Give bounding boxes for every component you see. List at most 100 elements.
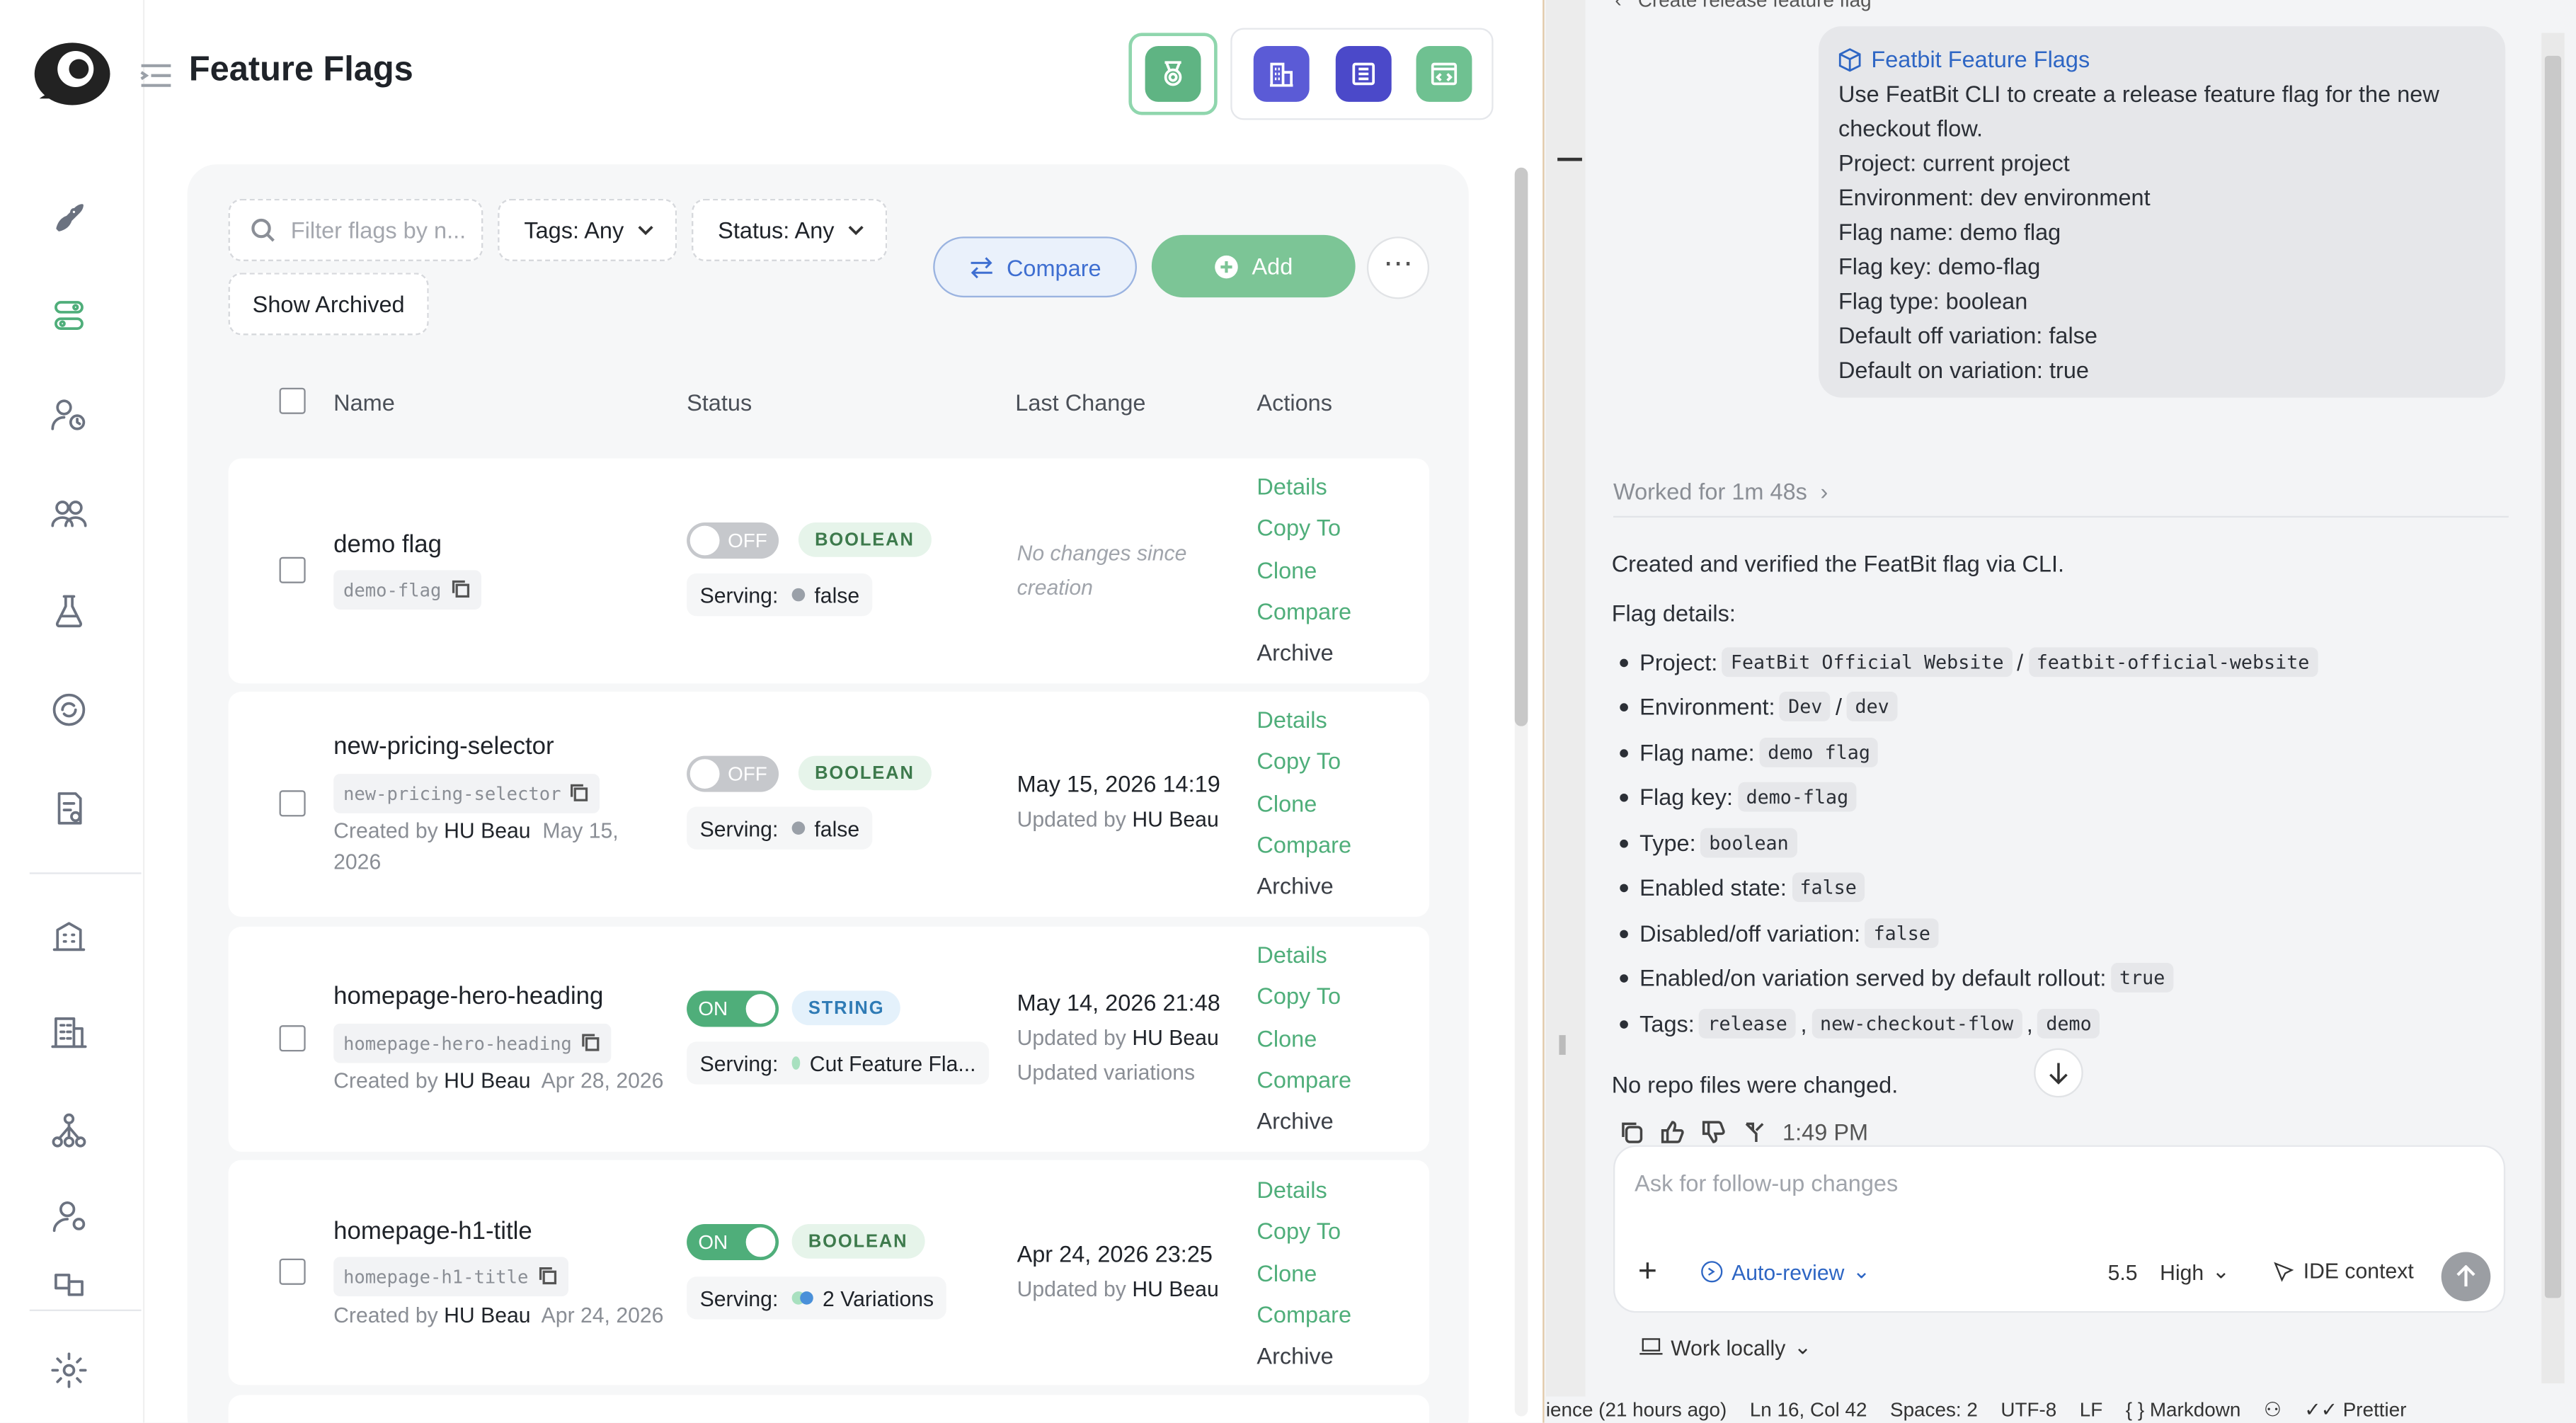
flag-name[interactable]: demo flag — [333, 531, 442, 559]
status-filter[interactable]: Status: Any — [692, 198, 888, 262]
users-icon[interactable] — [46, 490, 92, 536]
flag-toggle[interactable]: ON — [687, 990, 779, 1027]
compare-link[interactable]: Compare — [1256, 591, 1351, 633]
ide-context-toggle[interactable]: IDE context — [2272, 1259, 2414, 1284]
fork-icon[interactable] — [1741, 1119, 1768, 1145]
thumbs-down-icon[interactable] — [1700, 1119, 1727, 1145]
add-flag-button[interactable]: Add — [1151, 234, 1356, 298]
archive-link[interactable]: Archive — [1256, 866, 1351, 908]
message-title[interactable]: Featbit Feature Flags — [1838, 42, 2485, 77]
thumbs-up-icon[interactable] — [1659, 1119, 1685, 1145]
select-all-checkbox[interactable] — [279, 387, 306, 414]
status-eol[interactable]: LF — [2080, 1398, 2103, 1421]
audit-log-icon[interactable] — [46, 785, 92, 831]
row-checkbox[interactable] — [279, 1258, 306, 1285]
clone-link[interactable]: Clone — [1256, 783, 1351, 825]
status-cursor[interactable]: Ln 16, Col 42 — [1750, 1398, 1867, 1421]
details-link[interactable]: Details — [1256, 700, 1351, 742]
details-link[interactable]: Details — [1256, 935, 1351, 977]
detail-label: Environment: — [1639, 693, 1775, 720]
column-header-last-change[interactable]: Last Change — [1015, 389, 1145, 416]
send-button[interactable] — [2441, 1252, 2491, 1302]
sync-icon[interactable] — [46, 687, 92, 733]
clone-link[interactable]: Clone — [1256, 1253, 1351, 1295]
status-language[interactable]: { } Markdown — [2126, 1398, 2241, 1421]
user-clock-icon[interactable] — [46, 391, 92, 437]
column-header-name[interactable]: Name — [333, 389, 395, 416]
breadcrumb[interactable]: ‹ Create release feature flag — [1615, 0, 1871, 11]
copilot-icon[interactable]: ⚇ — [2264, 1398, 2282, 1421]
flag-toggle[interactable]: OFF — [687, 755, 779, 792]
followup-input[interactable]: Ask for follow-up changes — [1635, 1170, 1898, 1196]
copy-icon[interactable] — [451, 580, 471, 600]
copy-to-link[interactable]: Copy To — [1256, 508, 1351, 550]
compare-link[interactable]: Compare — [1256, 1295, 1351, 1337]
archive-link[interactable]: Archive — [1256, 1101, 1351, 1143]
archive-link[interactable]: Archive — [1256, 1336, 1351, 1378]
rocket-icon[interactable] — [46, 194, 92, 240]
menu-collapse-icon[interactable] — [138, 59, 174, 92]
copy-to-link[interactable]: Copy To — [1256, 741, 1351, 783]
row-checkbox[interactable] — [279, 556, 306, 583]
organization-icon[interactable] — [46, 912, 92, 958]
org-switch-button[interactable] — [1253, 45, 1310, 102]
updated-label: Updated by — [1017, 1276, 1126, 1302]
copy-icon[interactable] — [571, 784, 590, 804]
copy-to-link[interactable]: Copy To — [1256, 1211, 1351, 1253]
copy-icon[interactable] — [1618, 1119, 1644, 1145]
integrations-icon[interactable] — [46, 1271, 92, 1298]
feature-flags-icon[interactable] — [46, 292, 92, 338]
row-checkbox[interactable] — [279, 790, 306, 817]
add-attachment-button[interactable]: + — [1638, 1254, 1657, 1291]
copy-icon[interactable] — [582, 1034, 602, 1053]
flag-toggle[interactable]: ON — [687, 1223, 779, 1261]
scroll-down-button[interactable] — [2034, 1048, 2083, 1098]
clone-link[interactable]: Clone — [1256, 550, 1351, 592]
compare-link[interactable]: Compare — [1256, 1060, 1351, 1102]
tags-filter[interactable]: Tags: Any — [498, 198, 677, 262]
compare-link[interactable]: Compare — [1256, 825, 1351, 867]
details-link[interactable]: Details — [1256, 1170, 1351, 1211]
worked-duration[interactable]: Worked for 1m 48s › — [1613, 478, 1828, 504]
achievement-button[interactable] — [1128, 33, 1218, 115]
details-link[interactable]: Details — [1256, 467, 1351, 508]
flag-toggle[interactable]: OFF — [687, 522, 779, 559]
search-placeholder: Filter flags by n... — [290, 217, 466, 244]
assistant-scrollbar-thumb[interactable] — [2544, 55, 2562, 1298]
compare-button[interactable]: Compare — [933, 236, 1137, 298]
flag-name[interactable]: new-pricing-selector — [333, 733, 554, 760]
flag-key-chip[interactable]: homepage-h1-title — [333, 1257, 568, 1297]
project-switch-button[interactable] — [1335, 45, 1392, 102]
more-options-button[interactable]: ⋯ — [1366, 236, 1430, 299]
featbit-logo-icon[interactable] — [33, 40, 111, 108]
copy-to-link[interactable]: Copy To — [1256, 976, 1351, 1018]
flag-name[interactable]: homepage-hero-heading — [333, 983, 603, 1010]
model-dropdown[interactable]: 5.5 High ⌄ — [2108, 1259, 2231, 1285]
status-blame[interactable]: ience (21 hours ago) — [1546, 1398, 1727, 1421]
detail-item: Type: boolean — [1620, 828, 1802, 858]
flag-key-chip[interactable]: demo-flag — [333, 570, 481, 610]
flag-key-chip[interactable]: new-pricing-selector — [333, 774, 601, 813]
prettier-status[interactable]: ✓✓ Prettier — [2304, 1398, 2406, 1421]
status-encoding[interactable]: UTF-8 — [2000, 1398, 2056, 1421]
archive-link[interactable]: Archive — [1256, 633, 1351, 675]
copy-icon[interactable] — [538, 1267, 558, 1286]
search-input[interactable]: Filter flags by n... — [228, 198, 483, 262]
environment-switch-button[interactable] — [1416, 45, 1472, 102]
row-checkbox[interactable] — [279, 1025, 306, 1052]
show-archived-button[interactable]: Show Archived — [228, 273, 429, 336]
gear-icon[interactable] — [46, 1347, 92, 1393]
network-icon[interactable] — [46, 1107, 92, 1153]
splitter-handle[interactable] — [1559, 1035, 1566, 1055]
user-settings-icon[interactable] — [46, 1193, 92, 1239]
flag-name[interactable]: homepage-h1-title — [333, 1218, 532, 1245]
work-locally-dropdown[interactable]: Work locally ⌄ — [1639, 1334, 1811, 1360]
flag-key-chip[interactable]: homepage-hero-heading — [333, 1023, 612, 1063]
status-indent[interactable]: Spaces: 2 — [1890, 1398, 1978, 1421]
building-icon[interactable] — [46, 1009, 92, 1055]
auto-review-dropdown[interactable]: Auto-review ⌄ — [1700, 1259, 1870, 1285]
scrollbar-thumb[interactable] — [1514, 167, 1528, 726]
clone-link[interactable]: Clone — [1256, 1018, 1351, 1060]
experiment-flask-icon[interactable] — [46, 588, 92, 634]
flag-key: demo-flag — [343, 579, 442, 601]
